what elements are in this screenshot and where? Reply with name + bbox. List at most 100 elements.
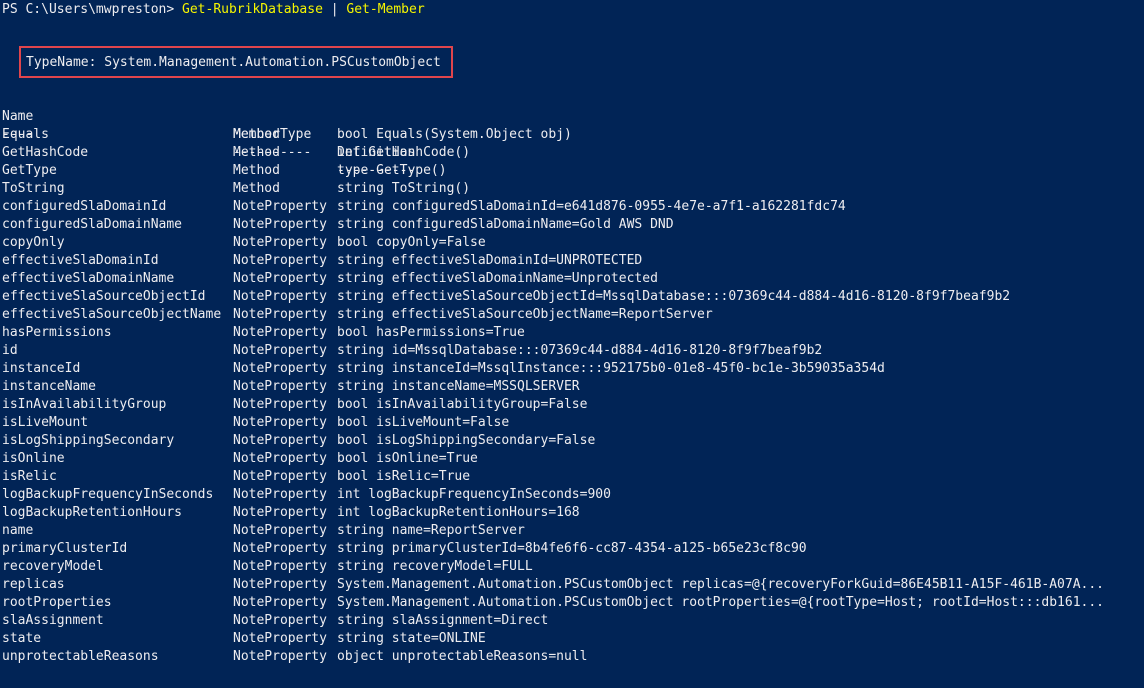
member-name: instanceId (2, 361, 81, 376)
member-definition: string primaryClusterId=8b4fe6f6-cc87-43… (337, 541, 807, 556)
member-type: NoteProperty (233, 325, 327, 340)
member-name: recoveryModel (2, 559, 104, 574)
table-row: effectiveSlaSourceObjectId NoteProperty st… (2, 288, 1010, 306)
member-name: isInAvailabilityGroup (2, 397, 167, 412)
member-type: Method (233, 163, 280, 178)
member-name: rootProperties (2, 595, 112, 610)
member-name: primaryClusterId (2, 541, 128, 556)
table-row: unprotectableReasons NoteProperty object u… (2, 648, 587, 666)
member-type: NoteProperty (233, 235, 327, 250)
member-type: NoteProperty (233, 541, 327, 556)
table-separator-row: ---- ---------- ---------- (2, 108, 415, 178)
member-definition: bool copyOnly=False (337, 235, 486, 250)
member-definition: string effectiveSlaDomainName=Unprotecte… (337, 271, 658, 286)
table-row: effectiveSlaDomainName NoteProperty string… (2, 270, 658, 288)
member-definition: bool isLiveMount=False (337, 415, 510, 430)
member-definition: string slaAssignment=Direct (337, 613, 549, 628)
member-definition: bool Equals(System.Object obj) (337, 127, 572, 142)
member-name: copyOnly (2, 235, 65, 250)
member-definition: int GetHashCode() (337, 145, 471, 160)
member-type: NoteProperty (233, 307, 327, 322)
member-name: name (2, 523, 34, 538)
table-row: isInAvailabilityGroup NoteProperty bool is… (2, 396, 587, 414)
member-type: Method (233, 145, 280, 160)
table-row: configuredSlaDomainId NoteProperty string … (2, 198, 846, 216)
member-type: NoteProperty (233, 613, 327, 628)
table-row: copyOnly NoteProperty bool copyOnly=False (2, 234, 486, 252)
member-type: NoteProperty (233, 199, 327, 214)
member-type: NoteProperty (233, 523, 327, 538)
member-name: isOnline (2, 451, 65, 466)
member-name: logBackupFrequencyInSeconds (2, 487, 214, 502)
member-type: NoteProperty (233, 577, 327, 592)
member-definition: string effectiveSlaSourceObjectName=Repo… (337, 307, 713, 322)
member-name: effectiveSlaSourceObjectId (2, 289, 206, 304)
table-header-row: Name MemberType Definition (2, 90, 415, 160)
table-row: id NoteProperty string id=MssqlDatabase:::… (2, 342, 822, 360)
member-type: NoteProperty (233, 343, 327, 358)
member-type: NoteProperty (233, 379, 327, 394)
member-type: NoteProperty (233, 487, 327, 502)
table-row: logBackupRetentionHours NoteProperty int l… (2, 504, 580, 522)
table-row: effectiveSlaSourceObjectName NoteProperty… (2, 306, 713, 324)
table-row: hasPermissions NoteProperty bool hasPermis… (2, 324, 525, 342)
prompt-path: PS C:\Users\mwpreston> (2, 2, 183, 17)
member-type: NoteProperty (233, 361, 327, 376)
table-row: isLogShippingSecondary NoteProperty bool i… (2, 432, 595, 450)
member-type: NoteProperty (233, 397, 327, 412)
member-type: NoteProperty (233, 451, 327, 466)
table-row: isLiveMount NoteProperty bool isLiveMount=… (2, 414, 509, 432)
pipe-operator: | (322, 2, 347, 17)
member-type: NoteProperty (233, 271, 327, 286)
member-type: NoteProperty (233, 469, 327, 484)
member-definition: bool isInAvailabilityGroup=False (337, 397, 588, 412)
member-definition: string instanceId=MssqlInstance:::952175… (337, 361, 885, 376)
table-row: effectiveSlaDomainId NoteProperty string e… (2, 252, 642, 270)
prompt-line: PS C:\Users\mwpreston> Get-RubrikDatabas… (2, 1, 425, 19)
member-definition: type GetType() (337, 163, 447, 178)
member-name: effectiveSlaSourceObjectName (2, 307, 222, 322)
table-row: logBackupFrequencyInSeconds NoteProperty i… (2, 486, 611, 504)
table-row: configuredSlaDomainName NoteProperty strin… (2, 216, 674, 234)
member-name: replicas (2, 577, 65, 592)
member-type: NoteProperty (233, 649, 327, 664)
table-row: recoveryModel NoteProperty string recovery… (2, 558, 533, 576)
command-get-member: Get-Member (346, 2, 425, 17)
member-name: instanceName (2, 379, 96, 394)
member-definition: bool hasPermissions=True (337, 325, 525, 340)
table-body: Equals Method bool Equals(System.Object ob… (2, 126, 1104, 666)
member-definition: string configuredSlaDomainName=Gold AWS … (337, 217, 674, 232)
member-definition: string instanceName=MSSQLSERVER (337, 379, 580, 394)
member-name: state (2, 631, 42, 646)
member-definition: string effectiveSlaDomainId=UNPROTECTED (337, 253, 643, 268)
member-type: NoteProperty (233, 505, 327, 520)
member-type: Method (233, 181, 280, 196)
member-definition: bool isOnline=True (337, 451, 478, 466)
table-row: isOnline NoteProperty bool isOnline=True (2, 450, 478, 468)
member-definition: bool isLogShippingSecondary=False (337, 433, 596, 448)
member-name: ToString (2, 181, 65, 196)
member-type: NoteProperty (233, 217, 327, 232)
table-row: ToString Method string ToString() (2, 180, 470, 198)
powershell-console[interactable]: PS C:\Users\mwpreston> Get-RubrikDatabas… (0, 0, 1144, 688)
member-name: isRelic (2, 469, 57, 484)
member-type: NoteProperty (233, 559, 327, 574)
table-row: isRelic NoteProperty bool isRelic=True (2, 468, 470, 486)
member-name: Equals (2, 127, 49, 142)
member-name: configuredSlaDomainId (2, 199, 167, 214)
member-name: effectiveSlaDomainId (2, 253, 159, 268)
table-row: slaAssignment NoteProperty string slaAssig… (2, 612, 548, 630)
member-definition: string ToString() (337, 181, 471, 196)
member-name: configuredSlaDomainName (2, 217, 183, 232)
member-type: NoteProperty (233, 433, 327, 448)
table-row: name NoteProperty string name=ReportServer (2, 522, 525, 540)
table-row: instanceName NoteProperty string instanceN… (2, 378, 580, 396)
member-name: GetHashCode (2, 145, 89, 160)
member-definition: string recoveryModel=FULL (337, 559, 533, 574)
member-name: effectiveSlaDomainName (2, 271, 175, 286)
table-row: replicas NoteProperty System.Management.Au… (2, 576, 1104, 594)
member-name: isLogShippingSecondary (2, 433, 175, 448)
member-definition: string id=MssqlDatabase:::07369c44-d884-… (337, 343, 823, 358)
member-type: NoteProperty (233, 415, 327, 430)
member-name: GetType (2, 163, 57, 178)
